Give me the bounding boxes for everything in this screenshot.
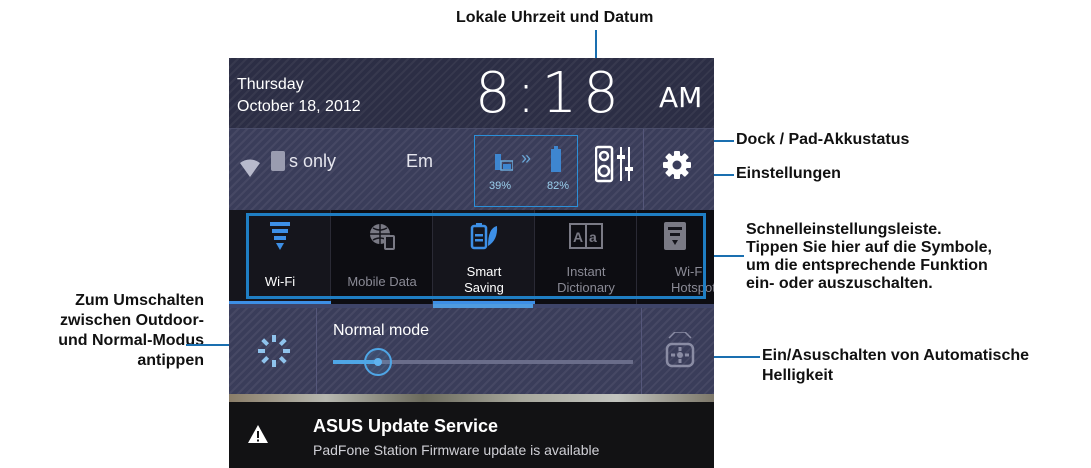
status-row: s only Em » 39% 82%	[229, 128, 714, 211]
callout-battery: Dock / Pad-Akkustatus	[736, 131, 910, 148]
divider	[643, 129, 644, 211]
brightness-sun-icon	[258, 335, 290, 367]
audio-wizard-icon[interactable]	[595, 145, 635, 183]
pad-battery-icon	[551, 146, 561, 172]
divider	[641, 308, 642, 394]
notification-title: ASUS Update Service	[313, 416, 499, 436]
callout-quick-settings-line-1: Schnelleinstellungsleiste.	[746, 221, 942, 238]
brightness-mode-label: Normal mode	[333, 322, 430, 339]
callout-quick-settings-line-2: Tippen Sie hier auf die Symbole,	[746, 239, 992, 256]
chevron-right-icon: »	[521, 148, 532, 168]
callout-outdoor: Zum Umschalten zwischen Outdoor- und Nor…	[0, 291, 204, 371]
callout-auto-line-2: Helligkeit	[762, 367, 834, 384]
callout-outdoor-line-3: und Normal-Modus	[58, 332, 204, 349]
carrier-text: s only	[289, 151, 337, 171]
notification-text: PadFone Station Firmware update is avail…	[313, 442, 600, 458]
clock-ampm: AM	[659, 81, 703, 114]
brightness-slider-thumb[interactable]	[364, 348, 392, 376]
notification-item[interactable]: ASUS Update Service PadFone Station Firm…	[229, 402, 714, 468]
callout-quick-settings-line-4: ein- oder auszuschalten.	[746, 275, 933, 292]
auto-brightness-toggle[interactable]	[645, 308, 714, 394]
callout-quick-settings-line-3: um die entsprechende Funktion	[746, 257, 988, 274]
outdoor-mode-toggle[interactable]	[229, 308, 317, 394]
warning-icon	[248, 425, 268, 443]
callout-auto-line-1: Ein/Asuschalten von Automatische	[762, 347, 1030, 364]
clock-time: 8:18	[475, 61, 625, 126]
callout-clock: Lokale Uhrzeit und Datum	[456, 9, 654, 26]
quick-settings-highlight	[246, 213, 706, 299]
callout-outdoor-line-4: antippen	[137, 352, 204, 369]
clock-header: Thursday October 18, 2012 8:18 AM	[229, 58, 714, 128]
pad-battery-percent: 82%	[547, 180, 570, 192]
wallpaper-strip	[229, 394, 714, 402]
date-label: October 18, 2012	[237, 98, 361, 115]
callout-outdoor-line-1: Zum Umschalten	[75, 292, 204, 309]
day-label: Thursday	[237, 76, 304, 93]
callout-quick-settings: Schnelleinstellungsleiste. Tippen Sie hi…	[746, 221, 992, 293]
wifi-signal-icon	[240, 159, 260, 177]
settings-gear-icon[interactable]	[663, 151, 691, 179]
callout-auto-brightness: Ein/Asuschalten von Automatische Helligk…	[762, 346, 1029, 386]
callout-clock-line	[595, 30, 597, 60]
sim-card-icon	[271, 151, 285, 171]
callout-outdoor-line-2: zwischen Outdoor-	[60, 312, 204, 329]
dock-battery-icon	[495, 154, 513, 171]
battery-status-box[interactable]: » 39% 82%	[474, 135, 578, 207]
brightness-row: Normal mode	[229, 308, 714, 394]
callout-settings: Einstellungen	[736, 165, 841, 182]
dock-battery-percent: 39%	[489, 180, 512, 192]
auto-brightness-icon	[665, 332, 695, 368]
brightness-slider-thumb-dot	[374, 358, 382, 366]
emergency-calls-text: Em	[406, 151, 433, 171]
